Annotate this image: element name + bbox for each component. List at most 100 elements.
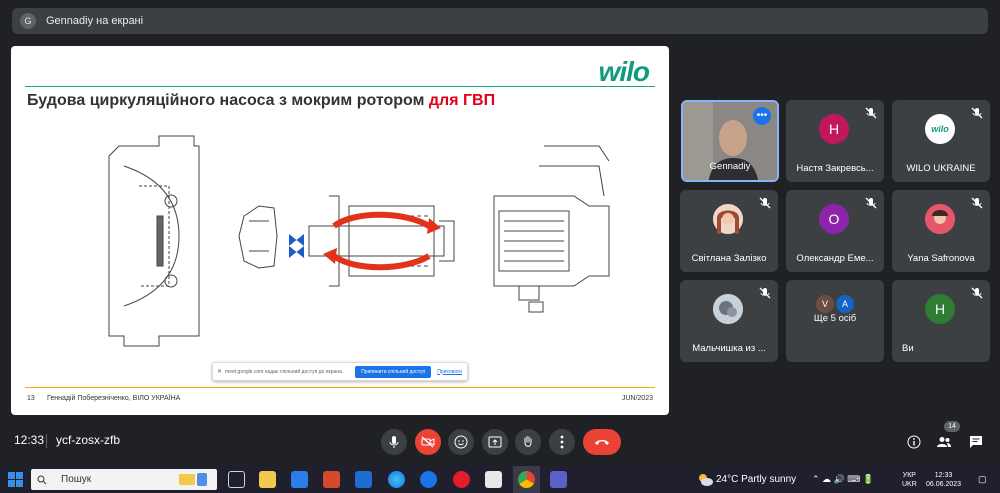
chrome-icon[interactable] xyxy=(518,471,535,488)
slide-title: Будова циркуляційного насоса з мокрим ро… xyxy=(27,92,495,110)
participant-avatar: Н xyxy=(925,294,955,324)
camera-off-icon xyxy=(421,436,435,448)
mic-off-icon xyxy=(759,287,771,299)
chat-icon xyxy=(970,436,982,448)
slide-author: Геннадій Поберезніченко, ВІЛО УКРАЇНА xyxy=(47,395,181,402)
participant-name: Gennadiy xyxy=(709,161,751,172)
participant-name: Мальчишка из ... xyxy=(692,343,766,354)
presenter-avatar: G xyxy=(20,13,36,29)
task-view-icon[interactable] xyxy=(228,471,245,488)
hand-icon xyxy=(524,436,532,447)
participant-avatar: A xyxy=(836,295,854,313)
participant-tile-more[interactable]: V A Ще 5 осіб xyxy=(786,280,884,362)
weather-icon xyxy=(699,474,713,486)
slide-page-number: 13 xyxy=(27,395,35,402)
participant-name: WILO UKRAINE xyxy=(906,163,976,174)
participant-name: Світлана Залізко xyxy=(691,253,767,264)
mic-off-icon xyxy=(865,197,877,209)
people-button[interactable] xyxy=(934,432,954,452)
present-screen-button[interactable] xyxy=(482,429,508,455)
language-indicator[interactable]: УКР UKR xyxy=(902,466,917,493)
participant-photo xyxy=(713,294,743,324)
participant-name: Настя Закревсь... xyxy=(796,163,874,174)
mail-icon[interactable] xyxy=(355,471,372,488)
mic-off-icon xyxy=(759,197,771,209)
search-placeholder: Пошук xyxy=(61,474,92,485)
taskbar-search[interactable]: Пошук xyxy=(31,469,217,490)
weather-label[interactable]: 24°C Partly sunny xyxy=(716,466,796,493)
share-notification-text: meet.google.com надає спільний доступ до… xyxy=(225,368,344,375)
wilo-logo: wilo xyxy=(598,56,650,87)
raise-hand-button[interactable] xyxy=(515,429,541,455)
file-explorer-icon[interactable] xyxy=(259,471,276,488)
shared-screen: wilo Будова циркуляційного насоса з мокр… xyxy=(11,46,669,415)
hide-notification-link[interactable]: Приховати xyxy=(437,369,462,375)
hang-up-icon xyxy=(595,440,609,445)
mic-off-icon xyxy=(865,107,877,119)
participant-tile[interactable]: wilo WILO UKRAINE xyxy=(892,100,990,182)
clock-date: 06.06.2023 xyxy=(926,480,962,488)
participant-name: Yana Safronova xyxy=(907,253,975,264)
participant-tile-self[interactable]: Н Ви xyxy=(892,280,990,362)
microphone-icon xyxy=(389,436,399,448)
participant-name: Ще 5 осіб xyxy=(813,313,857,324)
mic-off-icon xyxy=(971,197,983,209)
search-highlight-icon xyxy=(179,473,207,486)
search-icon xyxy=(37,475,47,484)
info-icon xyxy=(907,435,921,449)
office-icon[interactable] xyxy=(323,471,340,488)
reactions-button[interactable] xyxy=(448,429,474,455)
meeting-details-button[interactable] xyxy=(904,432,924,452)
opera-icon[interactable] xyxy=(453,471,470,488)
slide-title-main: Будова циркуляційного насоса з мокрим ро… xyxy=(27,92,429,109)
microphone-button[interactable] xyxy=(381,429,407,455)
meeting-code[interactable]: ycf-zosx-zfb xyxy=(56,433,120,447)
camera-off-button[interactable] xyxy=(415,429,441,455)
stop-sharing-button[interactable]: Припинити спільний доступ xyxy=(355,365,432,378)
present-icon xyxy=(488,436,502,448)
more-options-icon[interactable]: ••• xyxy=(753,107,771,125)
store-icon[interactable] xyxy=(291,471,308,488)
system-clock[interactable]: 12:33 06.06.2023 xyxy=(926,466,961,493)
participant-tile[interactable]: Світлана Залізко xyxy=(680,190,778,272)
participant-photo xyxy=(925,204,955,234)
participant-avatar: V xyxy=(816,295,834,313)
mic-off-icon xyxy=(971,107,983,119)
participant-avatar: Н xyxy=(819,114,849,144)
screen-share-notification: ✕ meet.google.com надає спільний доступ … xyxy=(212,362,468,381)
clock-time: 12:33 xyxy=(934,471,953,479)
tray-icons[interactable]: ⌃ ☁ 🔊 ⌨ 🔋 xyxy=(812,466,874,493)
presenter-label: Gennadiy на екрані xyxy=(46,15,144,27)
browser-icon[interactable] xyxy=(420,471,437,488)
notifications-icon[interactable]: ▢ xyxy=(978,466,987,493)
pump-technical-drawing xyxy=(108,135,610,347)
notepad-icon[interactable] xyxy=(485,471,502,488)
chat-button[interactable] xyxy=(966,432,986,452)
participant-tile[interactable]: Н Настя Закревсь... xyxy=(786,100,884,182)
slide-divider-top xyxy=(25,86,655,87)
more-participants-avatars: V A xyxy=(816,295,854,313)
participant-avatar: wilo xyxy=(925,114,955,144)
close-icon[interactable]: ✕ xyxy=(217,368,222,375)
participant-tile-gennadiy[interactable]: ••• Gennadiy xyxy=(681,100,779,182)
edge-icon[interactable] xyxy=(388,471,405,488)
slide-divider-bottom xyxy=(25,387,655,388)
mic-off-icon xyxy=(971,287,983,299)
participant-name: Ви xyxy=(902,343,914,354)
participant-name: Олександр Еме... xyxy=(796,253,874,264)
participant-tile[interactable]: О Олександр Еме... xyxy=(786,190,884,272)
language-secondary: UKR xyxy=(902,480,917,488)
participant-photo xyxy=(713,204,743,234)
people-count-badge: 14 xyxy=(944,421,960,432)
windows-start-icon[interactable] xyxy=(8,472,23,487)
leave-call-button[interactable] xyxy=(583,429,621,455)
teams-icon[interactable] xyxy=(550,471,567,488)
meeting-time: 12:33 xyxy=(14,433,45,447)
more-vert-icon xyxy=(560,435,564,449)
windows-taskbar: Пошук 24°C Partly sunny ⌃ ☁ 🔊 ⌨ 🔋 УКР UK… xyxy=(0,466,1000,493)
slide-title-accent: для ГВП xyxy=(428,92,496,109)
participant-avatar: О xyxy=(819,204,849,234)
more-options-button[interactable] xyxy=(549,429,575,455)
participant-tile[interactable]: Мальчишка из ... xyxy=(680,280,778,362)
participant-tile[interactable]: Yana Safronova xyxy=(892,190,990,272)
